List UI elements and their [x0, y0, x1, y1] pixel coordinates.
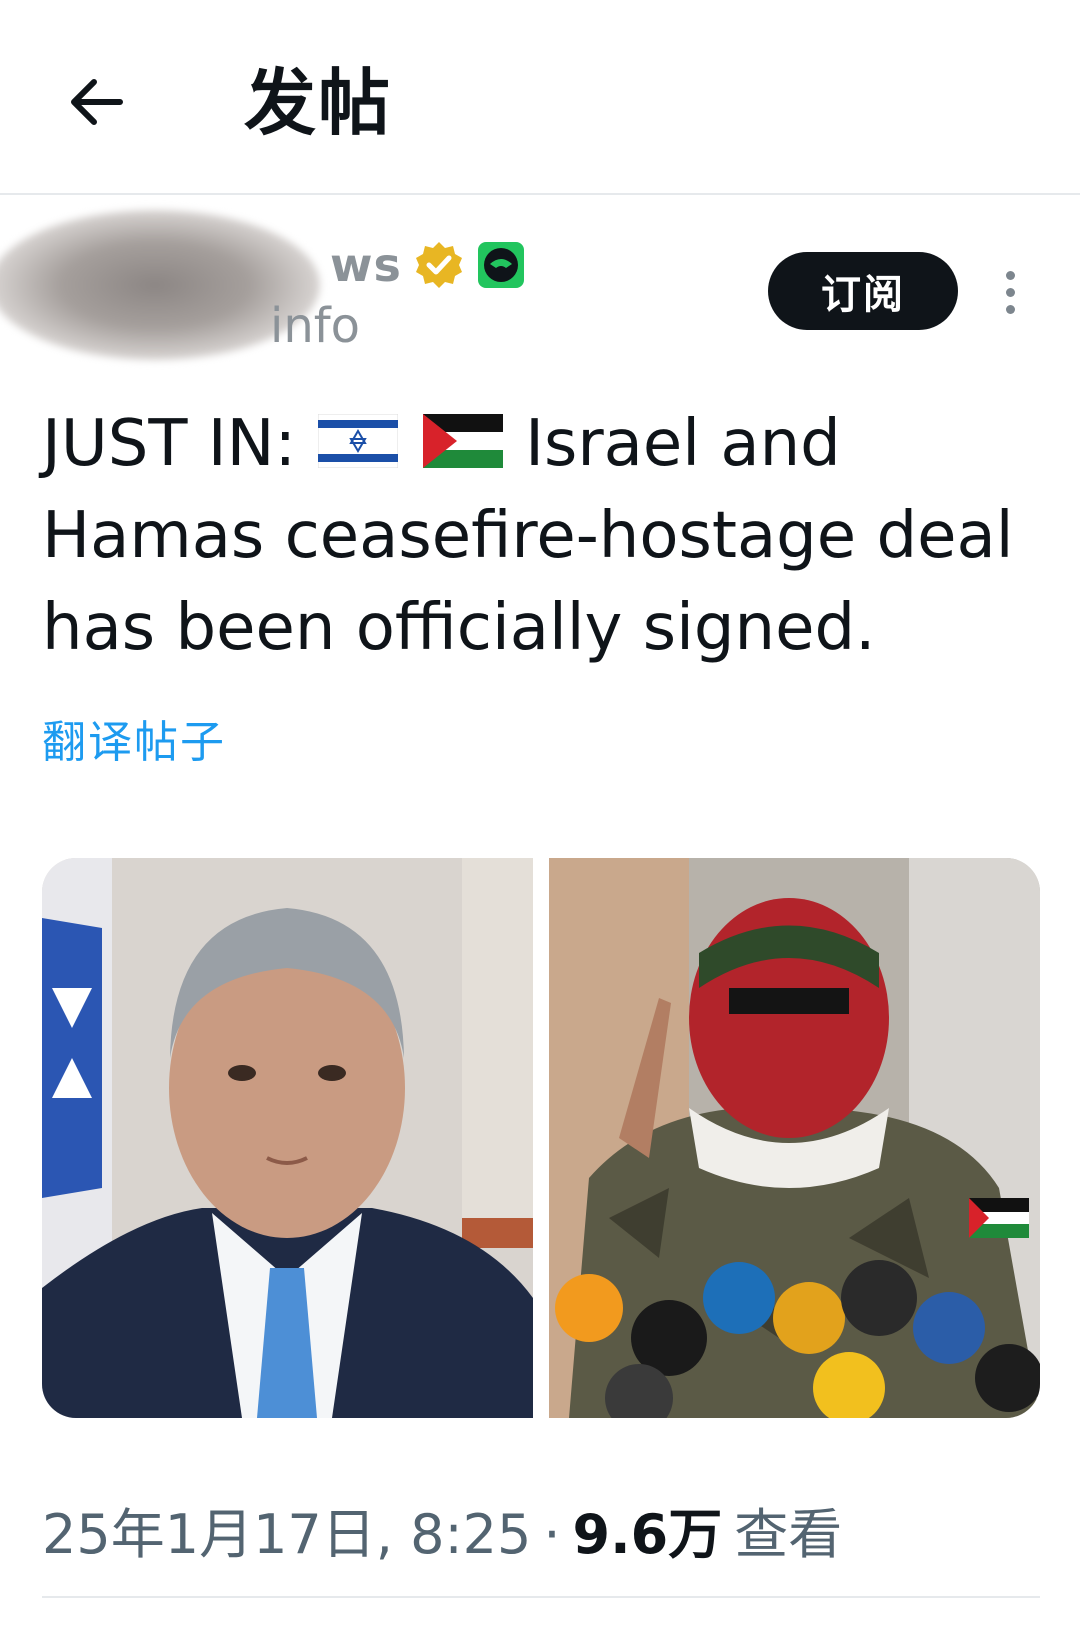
- post-text-prefix: JUST IN:: [42, 407, 297, 481]
- author-display-name[interactable]: ws: [330, 238, 402, 292]
- affiliate-badge-icon: [477, 242, 524, 288]
- post-text: JUST IN: Israel and Hamas ceasefire-host…: [42, 398, 1042, 674]
- author-handle[interactable]: info: [270, 298, 360, 354]
- author-row: ws info 订阅: [0, 200, 1080, 380]
- palestine-flag-icon: [422, 414, 503, 469]
- portrait-image: [42, 858, 533, 1418]
- subscribe-button[interactable]: 订阅: [768, 252, 958, 330]
- divider: [42, 1596, 1040, 1598]
- meta-separator: ·: [543, 1503, 561, 1566]
- media-image-2[interactable]: [549, 858, 1040, 1418]
- translate-post-link[interactable]: 翻译帖子: [42, 706, 226, 770]
- israel-flag-icon: [318, 414, 399, 469]
- post-timestamp[interactable]: 25年1月17日, 8:25: [42, 1490, 531, 1569]
- media-image-1[interactable]: [42, 858, 533, 1418]
- more-dot-icon: [1005, 304, 1015, 314]
- more-dot-icon: [1005, 270, 1015, 280]
- more-dot-icon: [1005, 287, 1015, 297]
- more-options-button[interactable]: [990, 262, 1030, 322]
- back-button[interactable]: [60, 66, 132, 138]
- post-meta: 25年1月17日, 8:25 · 9.6万 查看: [42, 1490, 842, 1569]
- page-title: 发帖: [244, 61, 393, 145]
- verified-badge-icon: [415, 242, 462, 288]
- top-bar: 发帖: [0, 0, 1080, 195]
- spokesman-image: [549, 858, 1040, 1418]
- arrow-left-icon: [71, 79, 123, 125]
- media-grid: [42, 858, 1040, 1418]
- author-name-row[interactable]: ws: [330, 238, 526, 292]
- views-count: 9.6万: [572, 1503, 723, 1566]
- views-label: 查看: [734, 1503, 843, 1566]
